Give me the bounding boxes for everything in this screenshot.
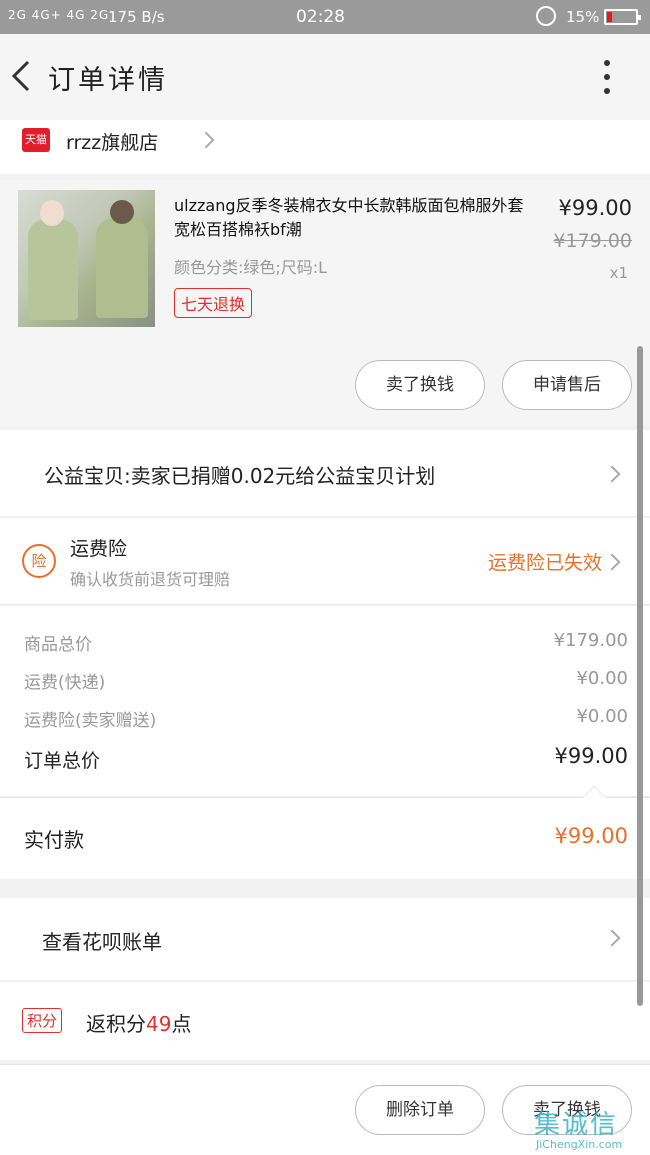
divider bbox=[0, 604, 650, 605]
product-image[interactable] bbox=[18, 190, 155, 327]
chevron-right-icon bbox=[197, 131, 215, 149]
delete-order-button[interactable]: 删除订单 bbox=[355, 1085, 485, 1135]
points-suffix: 点 bbox=[171, 1012, 192, 1036]
network-speed: 175 B/s bbox=[108, 8, 165, 26]
status-bar: 2G 4G+ 4G 2G 175 B/s 02:28 15% bbox=[0, 0, 650, 34]
nav-bar: 订单详情 bbox=[0, 34, 650, 120]
product-price: ¥99.00 bbox=[558, 196, 632, 220]
signal-indicator: 2G 4G+ 4G 2G bbox=[8, 8, 110, 22]
charity-text: 公益宝贝:卖家已捐赠0.02元给公益宝贝计划 bbox=[44, 464, 436, 488]
order-total-value: ¥99.00 bbox=[554, 744, 628, 768]
summary-label: 运费险(卖家赠送) bbox=[24, 711, 157, 731]
battery-level bbox=[607, 12, 612, 22]
charity-row[interactable]: 公益宝贝:卖家已捐赠0.02元给公益宝贝计划 bbox=[0, 430, 650, 516]
summary-value: ¥0.00 bbox=[576, 668, 628, 689]
points-number: 49 bbox=[146, 1012, 172, 1036]
watermark-brand: 集诚信 bbox=[534, 1110, 619, 1140]
paid-label: 实付款 bbox=[24, 828, 84, 852]
return-policy-badge: 七天退换 bbox=[174, 288, 253, 318]
paid-value: ¥99.00 bbox=[554, 824, 628, 848]
insurance-title: 运费险 bbox=[70, 538, 128, 560]
store-header[interactable]: 天猫 rrzz旗舰店 bbox=[0, 120, 650, 174]
store-name: rrzz旗舰店 bbox=[66, 132, 159, 154]
shipping-insurance-row[interactable]: 险 运费险 确认收货前退货可理赔 运费险已失效 bbox=[0, 518, 650, 604]
summary-label: 商品总价 bbox=[24, 635, 92, 655]
back-arrow-icon[interactable] bbox=[8, 56, 38, 96]
insurance-icon: 险 bbox=[22, 544, 56, 578]
after-sale-button[interactable]: 申请售后 bbox=[502, 360, 632, 410]
insurance-status: 运费险已失效 bbox=[487, 552, 602, 574]
points-row: 积分 返积分49点 bbox=[0, 982, 650, 1060]
original-price: ¥179.00 bbox=[553, 230, 632, 252]
status-time: 02:28 bbox=[296, 7, 345, 27]
page-title: 订单详情 bbox=[48, 65, 168, 96]
chevron-right-icon bbox=[603, 929, 621, 947]
product-card[interactable]: ulzzang反季冬装棉衣女中长款韩版面包棉服外套宽松百搭棉袄bf潮 颜色分类:… bbox=[0, 180, 650, 426]
chevron-right-icon bbox=[603, 465, 621, 483]
summary-value: ¥0.00 bbox=[576, 706, 628, 727]
battery-percent: 15% bbox=[566, 8, 600, 26]
scrollbar[interactable] bbox=[637, 346, 643, 1006]
insurance-subtitle: 确认收货前退货可理赔 bbox=[70, 570, 231, 589]
points-prefix: 返积分 bbox=[86, 1012, 146, 1036]
battery-icon bbox=[604, 9, 641, 25]
points-text: 返积分49点 bbox=[86, 1008, 191, 1037]
rotation-lock-icon bbox=[536, 6, 556, 26]
huabei-bill-row[interactable]: 查看花呗账单 bbox=[0, 898, 650, 980]
more-menu-icon[interactable] bbox=[592, 56, 622, 100]
product-title[interactable]: ulzzang反季冬装棉衣女中长款韩版面包棉服外套宽松百搭棉袄bf潮 bbox=[174, 194, 524, 242]
huabei-text: 查看花呗账单 bbox=[42, 930, 162, 954]
sell-for-cash-button[interactable]: 卖了换钱 bbox=[355, 360, 485, 410]
watermark-site: JiChengXin.com bbox=[536, 1138, 623, 1151]
tmall-logo-icon: 天猫 bbox=[22, 128, 50, 152]
paid-amount-row: 实付款 ¥99.00 bbox=[0, 785, 650, 879]
product-spec: 颜色分类:绿色;尺码:L bbox=[174, 258, 328, 277]
price-summary: 商品总价 ¥179.00 运费(快递) ¥0.00 运费险(卖家赠送) ¥0.0… bbox=[0, 606, 650, 796]
summary-label: 运费(快递) bbox=[24, 673, 106, 693]
product-quantity: x1 bbox=[609, 264, 628, 282]
summary-value: ¥179.00 bbox=[553, 630, 628, 651]
chevron-right-icon bbox=[603, 553, 621, 571]
watermark: 集诚信 JiChengXin.com bbox=[534, 1104, 650, 1155]
order-total-label: 订单总价 bbox=[24, 750, 101, 772]
points-badge: 积分 bbox=[22, 1008, 63, 1033]
